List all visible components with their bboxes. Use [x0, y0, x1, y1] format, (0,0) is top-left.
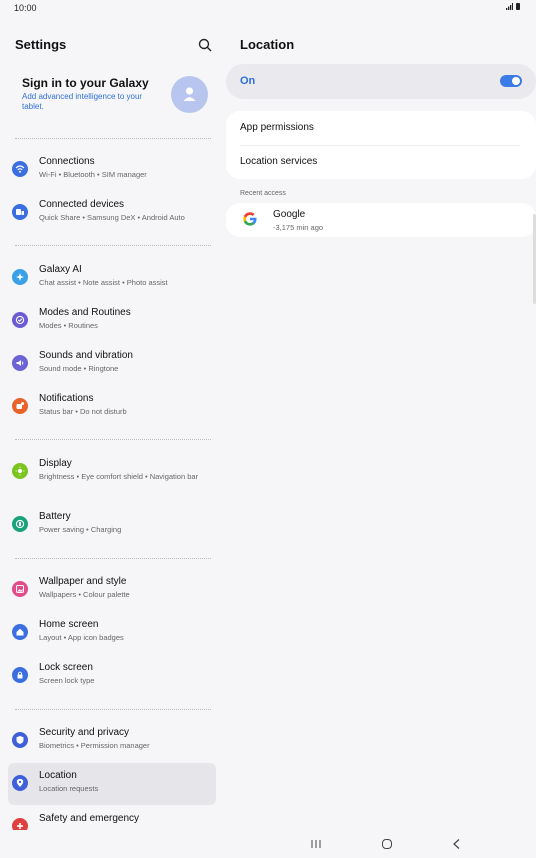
check-circle-icon: [12, 312, 28, 328]
page-title: Settings: [15, 37, 67, 52]
sun-icon: [12, 463, 28, 479]
item-label: Wallpaper and style: [39, 576, 127, 587]
divider: [15, 558, 211, 559]
item-label: Lock screen: [39, 662, 93, 673]
item-subtitle: Brightness • Eye comfort shield • Naviga…: [39, 472, 199, 481]
switch-label: On: [240, 75, 256, 87]
home-button-icon[interactable]: [380, 838, 394, 850]
divider: [15, 709, 211, 710]
account-title: Sign in to your Galaxy: [22, 76, 149, 90]
app-permissions-item[interactable]: App permissions: [240, 122, 314, 133]
divider: [15, 245, 211, 246]
settings-panel: Settings Sign in to your Galaxy Add adva…: [0, 18, 226, 830]
avatar: [171, 76, 208, 113]
item-label: Modes and Routines: [39, 307, 131, 318]
settings-item-connected-devices[interactable]: Connected devices Quick Share • Samsung …: [8, 192, 216, 234]
item-label: Battery: [39, 511, 71, 522]
item-subtitle: Chat assist • Note assist • Photo assist: [39, 278, 168, 287]
lock-icon: [12, 667, 28, 683]
item-label: Galaxy AI: [39, 264, 82, 275]
toggle-switch[interactable]: [500, 75, 522, 87]
clock: 10:00: [14, 3, 37, 13]
settings-item-location[interactable]: Location Location requests: [8, 763, 216, 805]
navigation-bar: [226, 830, 536, 858]
speaker-icon: [12, 355, 28, 371]
item-label: Display: [39, 458, 72, 469]
sparkle-icon: [12, 269, 28, 285]
battery-icon: [12, 516, 28, 532]
settings-item-battery[interactable]: Battery Power saving • Charging: [8, 504, 216, 546]
account-subtitle: Add advanced intelligence to your tablet…: [22, 92, 143, 111]
devices-icon: [12, 204, 28, 220]
settings-item-lock-screen[interactable]: Lock screen Screen lock type: [8, 655, 216, 697]
item-subtitle: Layout • App icon badges: [39, 633, 124, 642]
settings-item-sounds[interactable]: Sounds and vibration Sound mode • Ringto…: [8, 343, 216, 385]
settings-item-wallpaper[interactable]: Wallpaper and style Wallpapers • Colour …: [8, 569, 216, 611]
home-icon: [12, 624, 28, 640]
status-bar: 10:00: [0, 0, 536, 16]
item-label: Home screen: [39, 619, 99, 630]
settings-item-notifications[interactable]: Notifications Status bar • Do not distur…: [8, 386, 216, 428]
item-subtitle: Status bar • Do not disturb: [39, 407, 127, 416]
location-pin-icon: [12, 775, 28, 791]
item-subtitle: Biometrics • Permission manager: [39, 741, 150, 750]
section-header: Recent access: [240, 190, 286, 197]
location-services-item[interactable]: Location services: [240, 156, 317, 167]
settings-item-security[interactable]: Security and privacy Biometrics • Permis…: [8, 720, 216, 762]
search-icon[interactable]: [197, 37, 213, 53]
settings-item-connections[interactable]: Connections Wi-Fi • Bluetooth • SIM mana…: [8, 149, 216, 191]
item-subtitle: Quick Share • Samsung DeX • Android Auto: [39, 213, 185, 222]
location-master-switch[interactable]: On: [226, 64, 536, 99]
access-time: -3,175 min ago: [273, 223, 324, 232]
shield-icon: [12, 732, 28, 748]
item-subtitle: Wi-Fi • Bluetooth • SIM manager: [39, 170, 147, 179]
item-label: Connected devices: [39, 199, 125, 210]
page-title: Location: [240, 37, 295, 52]
status-icons: [506, 3, 520, 10]
item-subtitle: Screen lock type: [39, 676, 95, 685]
settings-item-galaxy-ai[interactable]: Galaxy AI Chat assist • Note assist • Ph…: [8, 257, 216, 299]
wifi-icon: [12, 161, 28, 177]
divider: [15, 439, 211, 440]
back-icon[interactable]: [450, 838, 464, 850]
item-label: Notifications: [39, 393, 94, 404]
item-label: Safety and emergency: [39, 813, 140, 824]
settings-item-home-screen[interactable]: Home screen Layout • App icon badges: [8, 612, 216, 654]
item-label: Location: [39, 770, 77, 781]
item-label: Connections: [39, 156, 95, 167]
item-label: Security and privacy: [39, 727, 130, 738]
item-subtitle: Location requests: [39, 784, 99, 793]
recent-app-google[interactable]: Google -3,175 min ago: [226, 203, 536, 237]
options-card: App permissions Location services: [226, 111, 536, 179]
account-card[interactable]: Sign in to your Galaxy Add advanced inte…: [8, 66, 216, 126]
app-name: Google: [273, 209, 306, 220]
recent-apps-icon[interactable]: [309, 838, 323, 850]
settings-item-display[interactable]: Display Brightness • Eye comfort shield …: [8, 451, 216, 493]
item-subtitle: Wallpapers • Colour palette: [39, 590, 130, 599]
divider: [15, 138, 211, 139]
signal-icon: [506, 3, 513, 10]
settings-item-safety[interactable]: Safety and emergency: [8, 806, 216, 830]
item-label: Sounds and vibration: [39, 350, 133, 361]
settings-item-modes-routines[interactable]: Modes and Routines Modes • Routines: [8, 300, 216, 342]
battery-icon: [516, 3, 520, 10]
wallpaper-icon: [12, 581, 28, 597]
location-panel: Location On App permissions Location ser…: [226, 18, 536, 830]
item-subtitle: Sound mode • Ringtone: [39, 364, 119, 373]
divider: [240, 145, 520, 146]
emergency-icon: [12, 818, 28, 830]
item-subtitle: Power saving • Charging: [39, 525, 122, 534]
google-icon: [243, 212, 257, 226]
item-subtitle: Modes • Routines: [39, 321, 98, 330]
person-icon: [183, 87, 196, 101]
notification-icon: [12, 398, 28, 414]
